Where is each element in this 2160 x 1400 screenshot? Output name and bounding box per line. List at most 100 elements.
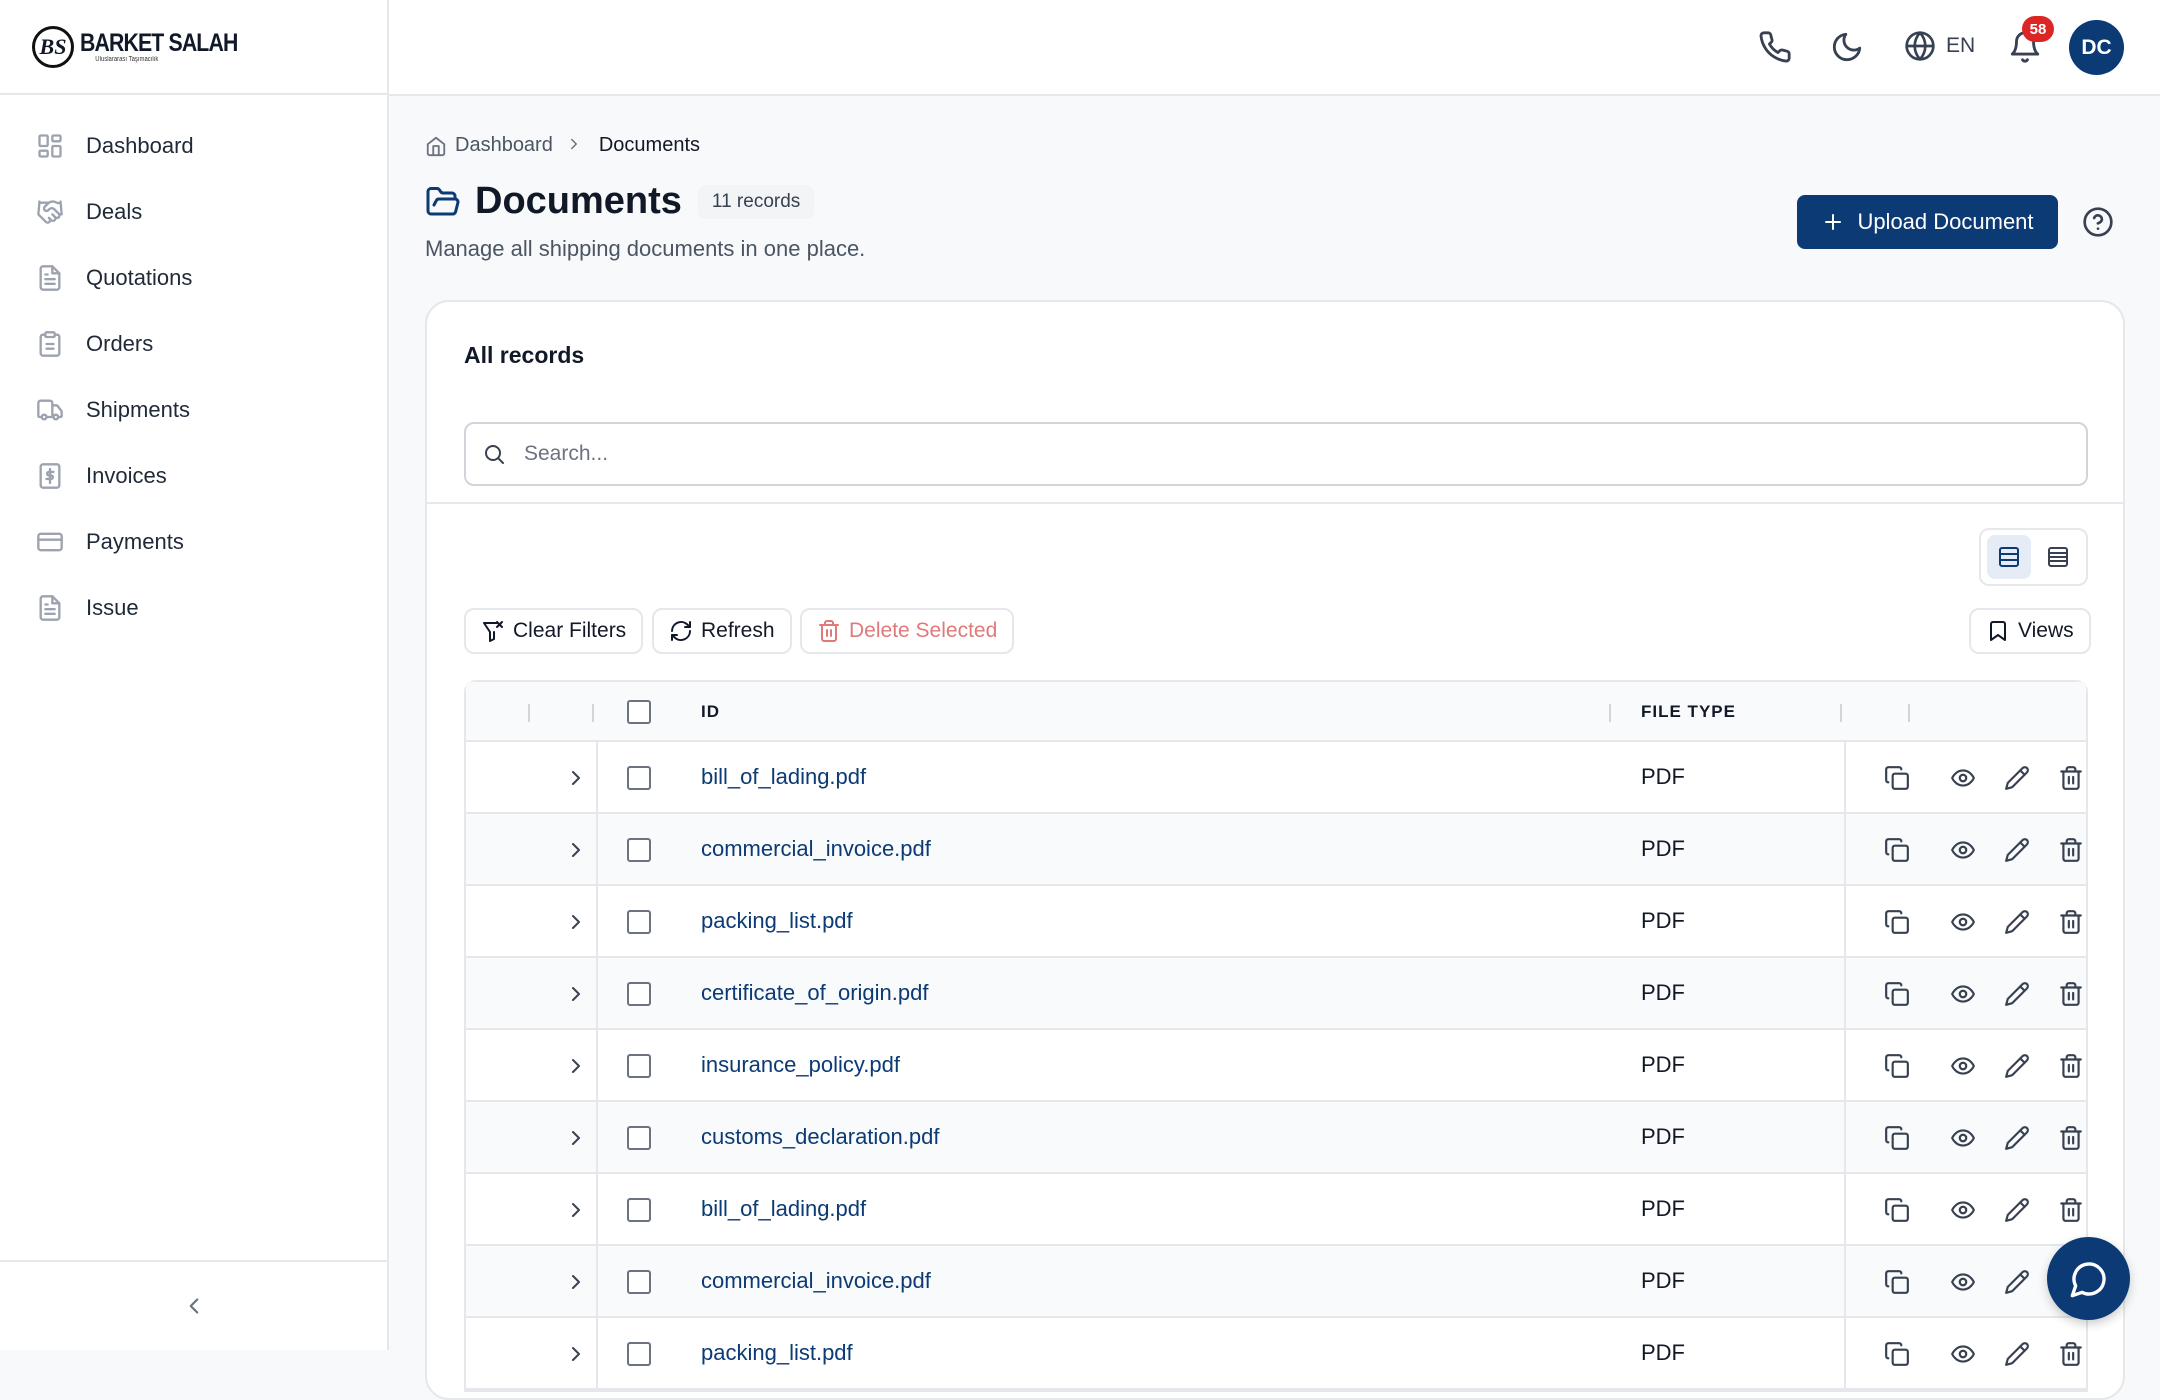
table-row[interactable]: packing_list.pdf PDF xyxy=(466,886,2086,958)
document-id-link[interactable]: commercial_invoice.pdf xyxy=(701,836,931,862)
clear-filters-button[interactable]: Clear Filters xyxy=(464,608,644,654)
document-id-link[interactable]: bill_of_lading.pdf xyxy=(701,764,866,790)
chevron-right-icon[interactable] xyxy=(564,766,588,790)
trash-icon[interactable] xyxy=(2058,837,2084,863)
table-row[interactable]: packing_list.pdf PDF xyxy=(466,1318,2086,1390)
chevron-left-icon[interactable] xyxy=(176,1288,212,1324)
eye-icon[interactable] xyxy=(1950,1197,1976,1223)
help-circle-icon[interactable] xyxy=(2082,206,2114,238)
chevron-right-icon[interactable] xyxy=(564,1270,588,1294)
document-id-link[interactable]: insurance_policy.pdf xyxy=(701,1052,900,1078)
chat-button[interactable] xyxy=(2047,1237,2130,1320)
trash-icon[interactable] xyxy=(2058,1197,2084,1223)
upload-document-button[interactable]: Upload Document xyxy=(1797,195,2058,249)
phone-icon[interactable] xyxy=(1758,30,1792,64)
pencil-icon[interactable] xyxy=(2004,1269,2030,1295)
row-checkbox[interactable] xyxy=(627,766,651,790)
pencil-icon[interactable] xyxy=(2004,765,2030,791)
sidebar-item-payments[interactable]: Payments xyxy=(0,509,387,575)
chevron-right-icon[interactable] xyxy=(564,838,588,862)
view-compact-button[interactable] xyxy=(2037,535,2081,579)
table-row[interactable]: commercial_invoice.pdf PDF xyxy=(466,1246,2086,1318)
sidebar-item-invoices[interactable]: Invoices xyxy=(0,443,387,509)
document-id-link[interactable]: packing_list.pdf xyxy=(701,1340,853,1366)
table-row[interactable]: commercial_invoice.pdf PDF xyxy=(466,814,2086,886)
row-checkbox[interactable] xyxy=(627,838,651,862)
eye-icon[interactable] xyxy=(1950,837,1976,863)
delete-selected-button[interactable]: Delete Selected xyxy=(800,608,1015,654)
table-row[interactable]: insurance_policy.pdf PDF xyxy=(466,1030,2086,1102)
column-header-file-type[interactable]: FILE TYPE xyxy=(1641,702,1736,722)
pencil-icon[interactable] xyxy=(2004,909,2030,935)
copy-icon[interactable] xyxy=(1884,981,1910,1007)
select-all-checkbox[interactable] xyxy=(627,700,651,724)
column-resize-handle[interactable] xyxy=(1840,704,1842,722)
table-row[interactable]: bill_of_lading.pdf PDF xyxy=(466,742,2086,814)
pencil-icon[interactable] xyxy=(2004,1053,2030,1079)
sidebar-item-shipments[interactable]: Shipments xyxy=(0,377,387,443)
copy-icon[interactable] xyxy=(1884,1197,1910,1223)
document-id-link[interactable]: packing_list.pdf xyxy=(701,908,853,934)
refresh-button[interactable]: Refresh xyxy=(652,608,792,654)
column-resize-handle[interactable] xyxy=(1908,704,1910,722)
eye-icon[interactable] xyxy=(1950,1269,1976,1295)
chevron-right-icon[interactable] xyxy=(564,910,588,934)
trash-icon[interactable] xyxy=(2058,981,2084,1007)
chevron-right-icon[interactable] xyxy=(564,1126,588,1150)
column-resize-handle[interactable] xyxy=(528,704,530,722)
row-checkbox[interactable] xyxy=(627,1270,651,1294)
user-avatar[interactable]: DC xyxy=(2069,20,2124,75)
pencil-icon[interactable] xyxy=(2004,1341,2030,1367)
chevron-right-icon[interactable] xyxy=(564,1054,588,1078)
document-id-link[interactable]: bill_of_lading.pdf xyxy=(701,1196,866,1222)
document-id-link[interactable]: commercial_invoice.pdf xyxy=(701,1268,931,1294)
eye-icon[interactable] xyxy=(1950,909,1976,935)
views-button[interactable]: Views xyxy=(1969,608,2091,654)
copy-icon[interactable] xyxy=(1884,765,1910,791)
eye-icon[interactable] xyxy=(1950,1125,1976,1151)
row-checkbox[interactable] xyxy=(627,982,651,1006)
copy-icon[interactable] xyxy=(1884,1053,1910,1079)
sidebar-item-issue[interactable]: Issue xyxy=(0,575,387,641)
row-checkbox[interactable] xyxy=(627,1342,651,1366)
row-checkbox[interactable] xyxy=(627,1198,651,1222)
column-resize-handle[interactable] xyxy=(592,704,594,722)
eye-icon[interactable] xyxy=(1950,765,1976,791)
pencil-icon[interactable] xyxy=(2004,981,2030,1007)
brand-logo[interactable]: BS BARKET SALAH Uluslararası Taşımacılık xyxy=(0,0,387,95)
copy-icon[interactable] xyxy=(1884,1341,1910,1367)
copy-icon[interactable] xyxy=(1884,1269,1910,1295)
eye-icon[interactable] xyxy=(1950,981,1976,1007)
copy-icon[interactable] xyxy=(1884,1125,1910,1151)
document-id-link[interactable]: certificate_of_origin.pdf xyxy=(701,980,928,1006)
eye-icon[interactable] xyxy=(1950,1053,1976,1079)
trash-icon[interactable] xyxy=(2058,1125,2084,1151)
copy-icon[interactable] xyxy=(1884,837,1910,863)
column-resize-handle[interactable] xyxy=(1609,704,1611,722)
pencil-icon[interactable] xyxy=(2004,1125,2030,1151)
breadcrumb-home-link[interactable]: Dashboard xyxy=(455,134,553,157)
sidebar-item-quotations[interactable]: Quotations xyxy=(0,245,387,311)
sidebar-item-orders[interactable]: Orders xyxy=(0,311,387,377)
row-checkbox[interactable] xyxy=(627,910,651,934)
chevron-right-icon[interactable] xyxy=(564,982,588,1006)
search-input[interactable] xyxy=(524,442,2024,466)
view-comfortable-button[interactable] xyxy=(1987,535,2031,579)
trash-icon[interactable] xyxy=(2058,1053,2084,1079)
sidebar-item-deals[interactable]: Deals xyxy=(0,179,387,245)
table-row[interactable]: certificate_of_origin.pdf PDF xyxy=(466,958,2086,1030)
chevron-right-icon[interactable] xyxy=(564,1342,588,1366)
pencil-icon[interactable] xyxy=(2004,837,2030,863)
chevron-right-icon[interactable] xyxy=(564,1198,588,1222)
trash-icon[interactable] xyxy=(2058,909,2084,935)
moon-icon[interactable] xyxy=(1830,30,1864,64)
copy-icon[interactable] xyxy=(1884,909,1910,935)
sidebar-item-dashboard[interactable]: Dashboard xyxy=(0,113,387,179)
pencil-icon[interactable] xyxy=(2004,1197,2030,1223)
language-selector[interactable]: EN xyxy=(1904,30,1975,62)
table-row[interactable]: customs_declaration.pdf PDF xyxy=(466,1102,2086,1174)
row-checkbox[interactable] xyxy=(627,1126,651,1150)
document-id-link[interactable]: customs_declaration.pdf xyxy=(701,1124,939,1150)
trash-icon[interactable] xyxy=(2058,765,2084,791)
eye-icon[interactable] xyxy=(1950,1341,1976,1367)
